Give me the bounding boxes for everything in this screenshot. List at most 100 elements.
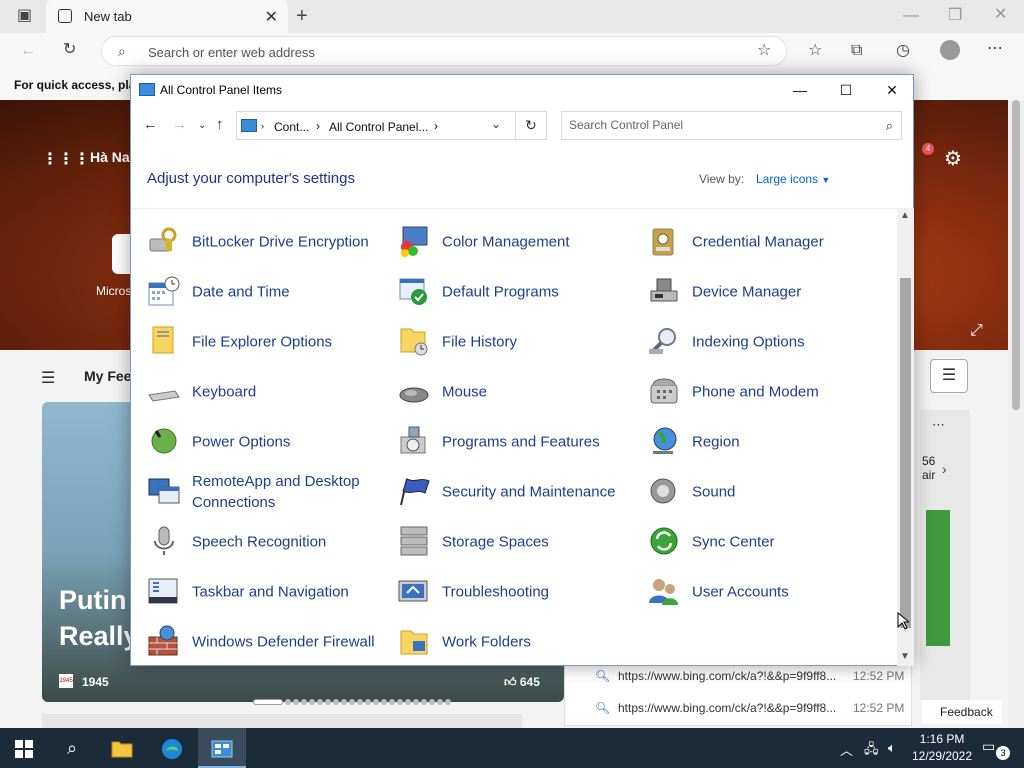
breadcrumb-sep-2[interactable]: ›	[316, 119, 320, 133]
chevron-right-icon[interactable]: ›	[942, 462, 947, 476]
close-tab-icon[interactable]: ✕	[265, 7, 278, 27]
breadcrumb-sep-1[interactable]: ›	[261, 121, 264, 131]
cp-item-phone-modem[interactable]: Phone and Modem	[647, 369, 887, 415]
control-panel-app-icon	[139, 83, 155, 96]
tab-actions-icon[interactable]: ▣	[17, 8, 32, 24]
cp-item-file-explorer-options[interactable]: File Explorer Options	[147, 319, 387, 365]
file-explorer-taskbar-icon[interactable]	[98, 728, 146, 768]
feedback-label: Feedback	[940, 705, 993, 719]
back-icon[interactable]: ←	[20, 43, 36, 59]
users-icon	[649, 579, 678, 605]
tab-new-tab[interactable]: New tab ✕	[46, 0, 288, 33]
forward-button[interactable]: →	[172, 116, 187, 133]
cp-item-sound[interactable]: Sound	[647, 469, 887, 515]
more-menu-icon[interactable]: ⋯	[987, 41, 1003, 57]
search-taskbar-icon[interactable]: ⌕	[48, 728, 96, 768]
cp-item-work-folders[interactable]: Work Folders	[397, 619, 637, 665]
search-icon[interactable]: ⌕	[886, 118, 893, 134]
start-button[interactable]	[0, 728, 48, 768]
browser-scrollbar-thumb[interactable]	[1012, 100, 1020, 410]
cp-item-power-options[interactable]: Power Options	[147, 419, 387, 465]
back-button[interactable]: ←	[143, 116, 158, 133]
scroll-up-icon[interactable]: ▲	[900, 210, 910, 221]
cp-item-device-manager[interactable]: Device Manager	[647, 269, 887, 315]
breadcrumb-sep-3[interactable]: ›	[434, 119, 438, 133]
new-tab-button[interactable]: +	[296, 6, 308, 26]
edge-taskbar-icon[interactable]	[148, 728, 196, 768]
close-button[interactable]: ✕	[869, 75, 915, 105]
news-date: 1945	[82, 675, 109, 689]
breadcrumb[interactable]: › Cont... › All Control Panel... › ⌄	[236, 111, 516, 140]
show-hidden-icons-icon[interactable]: ︿	[840, 740, 853, 759]
cp-item-speech-recognition[interactable]: Speech Recognition	[147, 519, 387, 565]
address-dropdown-icon[interactable]: ⌄	[491, 117, 501, 131]
recent-locations-icon[interactable]: ⌄	[198, 120, 206, 131]
weather-location[interactable]: Hà Na	[90, 149, 130, 165]
cp-item-credential-manager[interactable]: Credential Manager	[647, 219, 887, 265]
cp-item-troubleshooting[interactable]: Troubleshooting	[397, 569, 637, 615]
app-launcher-icon[interactable]: ⋮⋮⋮	[42, 149, 90, 169]
cp-item-programs-features[interactable]: Programs and Features	[397, 419, 637, 465]
side-news-card[interactable]: ⋯ 56 air ›	[920, 410, 970, 700]
browser-minimize-button[interactable]: —	[903, 8, 919, 24]
refresh-button[interactable]: ↻	[516, 111, 547, 140]
hamburger-menu-icon[interactable]: ☰	[41, 368, 55, 388]
programs-icon	[400, 426, 426, 454]
scrollbar-thumb[interactable]	[900, 278, 911, 628]
cp-item-windows-defender-firewall[interactable]: Windows Defender Firewall	[147, 619, 387, 665]
news-likes[interactable]: 👍︎ 645	[504, 675, 540, 690]
cp-item-mouse[interactable]: Mouse	[397, 369, 637, 415]
cp-item-file-history[interactable]: File History	[397, 319, 637, 365]
address-bar[interactable]: ⌕ Search or enter web address ☆	[101, 36, 787, 66]
feedback-button[interactable]: Feedback	[922, 700, 1002, 724]
suggestion-row[interactable]: 🔍︎ https://www.bing.com/ck/a?!&&p=9f9ff8…	[565, 697, 913, 721]
favorites-icon[interactable]: ☆	[808, 43, 822, 59]
view-by-dropdown[interactable]: Large icons ▼	[756, 172, 830, 186]
network-icon[interactable]: 🖧︎	[864, 740, 879, 762]
volume-icon[interactable]: 🔈︎	[888, 740, 896, 756]
history-icon[interactable]: ◷	[896, 43, 910, 59]
cp-item-bitlocker[interactable]: BitLocker Drive Encryption	[147, 219, 387, 265]
collections-icon[interactable]: ⧉	[851, 43, 862, 59]
cp-item-taskbar-navigation[interactable]: Taskbar and Navigation	[147, 569, 387, 615]
add-favorite-icon[interactable]: ☆	[757, 43, 771, 59]
action-center-icon[interactable]: ▭ 3	[982, 738, 1010, 760]
minimize-button[interactable]: —	[777, 75, 823, 105]
cp-item-keyboard[interactable]: Keyboard	[147, 369, 387, 415]
settings-gear-icon[interactable]: ⚙	[944, 146, 962, 171]
list-view-button[interactable]: ☰	[930, 359, 968, 393]
suggestion-time: 12:52 PM	[853, 701, 905, 715]
card-more-icon[interactable]: ⋯	[932, 418, 945, 431]
suggestion-row[interactable]: 🔍︎ https://www.bing.com/ck/a?!&&p=9f9ff8…	[565, 665, 913, 689]
cp-item-sync-center[interactable]: Sync Center	[647, 519, 887, 565]
quick-link-tile[interactable]	[112, 234, 132, 274]
control-panel-taskbar-icon[interactable]	[198, 728, 246, 768]
cp-item-security-maintenance[interactable]: Security and Maintenance	[397, 469, 637, 515]
control-panel-titlebar[interactable]: All Control Panel Items — ☐ ✕	[131, 75, 913, 105]
carousel-dots[interactable]	[253, 692, 453, 705]
expand-icon[interactable]: ⤢	[970, 322, 983, 340]
profile-avatar[interactable]	[940, 40, 960, 60]
search-input[interactable]	[569, 118, 869, 132]
browser-restore-button[interactable]: ❐	[948, 8, 962, 24]
cp-item-user-accounts[interactable]: User Accounts	[647, 569, 887, 615]
cp-item-storage-spaces[interactable]: Storage Spaces	[397, 519, 637, 565]
my-feed-label[interactable]: My Fee	[84, 368, 131, 384]
control-panel-scrollbar[interactable]: ▲ ▼	[897, 208, 914, 666]
cp-item-date-time[interactable]: Date and Time	[147, 269, 387, 315]
browser-scrollbar[interactable]	[1008, 100, 1024, 728]
breadcrumb-item-all-items[interactable]: All Control Panel...	[329, 120, 428, 134]
cp-item-region[interactable]: Region	[647, 419, 887, 465]
refresh-icon[interactable]: ↻	[63, 42, 76, 58]
cp-item-indexing-options[interactable]: Indexing Options	[647, 319, 887, 365]
cp-item-color-management[interactable]: Color Management	[397, 219, 637, 265]
scroll-down-icon[interactable]: ▼	[900, 651, 910, 662]
up-button[interactable]: ↑	[216, 116, 224, 133]
cp-item-remoteapp[interactable]: RemoteApp and Desktop Connections	[147, 469, 387, 515]
breadcrumb-item-control-panel[interactable]: Cont...	[274, 120, 309, 134]
cp-item-default-programs[interactable]: Default Programs	[397, 269, 637, 315]
maximize-button[interactable]: ☐	[823, 75, 869, 105]
taskbar-clock[interactable]: 1:16 PM 12/29/2022	[910, 731, 974, 765]
browser-close-button[interactable]: ✕	[994, 7, 1007, 23]
search-control-panel-input[interactable]: ⌕	[561, 111, 902, 140]
